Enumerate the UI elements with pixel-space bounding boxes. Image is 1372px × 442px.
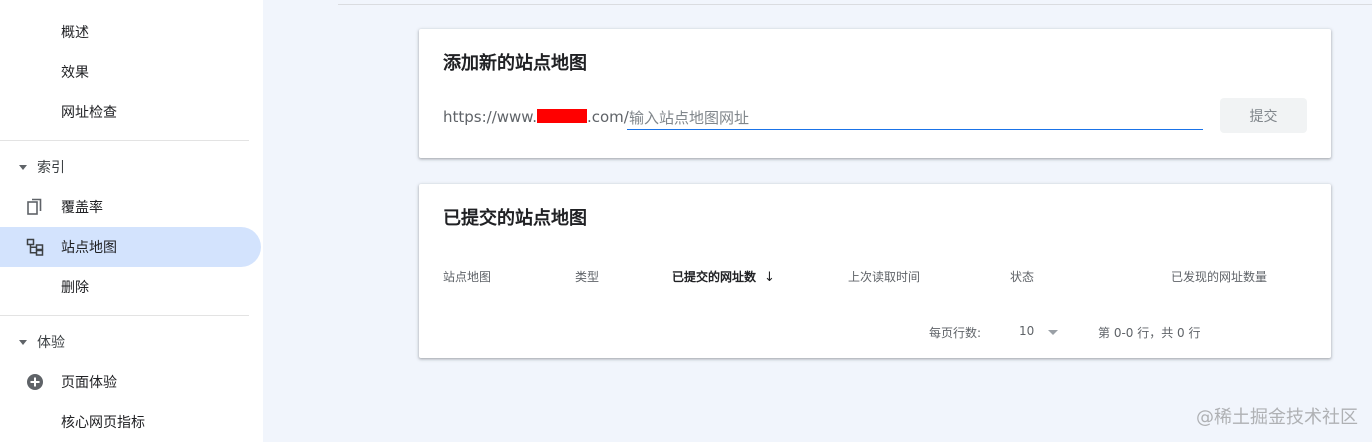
redaction-block (536, 109, 587, 123)
watermark: @稀土掘金技术社区 (1196, 407, 1358, 428)
sidebar-section-index[interactable]: 索引 (0, 152, 249, 182)
section-title: 体验 (37, 335, 65, 351)
submit-button[interactable]: 提交 (1220, 98, 1307, 133)
sidebar-item-label: 网址检查 (61, 105, 117, 121)
sidebar-item-label: 站点地图 (61, 240, 117, 256)
url-prefix-end: .com/ (586, 108, 629, 126)
copy-pages-icon (25, 197, 45, 217)
url-prefix-start: https://www. (443, 108, 537, 126)
sidebar-item-label: 删除 (61, 280, 89, 296)
card-title: 已提交的站点地图 (443, 208, 587, 229)
pagination-range: 第 0-0 行，共 0 行 (1098, 326, 1201, 340)
submitted-sitemaps-card: 已提交的站点地图 站点地图 类型 已提交的网址数 ↓ 上次读取时间 状态 已发现的… (419, 184, 1331, 358)
column-header-label: 已提交的网址数 (672, 270, 757, 284)
header-divider (338, 4, 1372, 5)
sidebar-item-label: 覆盖率 (61, 200, 103, 216)
sidebar-item-removals[interactable]: 删除 (0, 267, 261, 307)
card-title: 添加新的站点地图 (443, 53, 587, 74)
column-header-submitted-urls[interactable]: 已提交的网址数 ↓ (672, 268, 775, 285)
add-sitemap-card: 添加新的站点地图 https://www. .com/ 提交 (419, 29, 1331, 158)
sidebar: 概述 效果 网址检查 索引 覆盖率 站点地图 删除 体验 页面体验 核心网页指标 (0, 0, 263, 442)
arrow-down-icon: ↓ (764, 270, 775, 285)
section-title: 索引 (37, 160, 65, 176)
url-prefix: https://www. .com/ (443, 108, 629, 126)
sidebar-section-experience[interactable]: 体验 (0, 327, 249, 357)
sidebar-item-label: 效果 (61, 65, 89, 81)
caret-down-icon (19, 339, 27, 345)
sidebar-item-sitemaps[interactable]: 站点地图 (0, 227, 261, 267)
sidebar-item-page-experience[interactable]: 页面体验 (0, 362, 261, 402)
column-header-status[interactable]: 状态 (1010, 268, 1034, 285)
sidebar-divider (0, 315, 249, 316)
dropdown-caret-icon[interactable] (1048, 330, 1058, 335)
caret-down-icon (19, 164, 27, 170)
sidebar-item-label: 概述 (61, 25, 89, 41)
sitemap-url-input[interactable] (627, 106, 1203, 130)
rows-per-page-select[interactable]: 10 (1019, 324, 1034, 338)
plus-circle-icon (25, 372, 45, 392)
sidebar-divider (0, 140, 249, 141)
sidebar-item-core-web-vitals[interactable]: 核心网页指标 (0, 402, 261, 442)
sidebar-item-label: 核心网页指标 (61, 415, 145, 431)
sidebar-item-url-inspection[interactable]: 网址检查 (0, 92, 261, 132)
sidebar-item-label: 页面体验 (61, 375, 117, 391)
column-header-sitemap[interactable]: 站点地图 (443, 268, 491, 285)
sidebar-item-performance[interactable]: 效果 (0, 52, 261, 92)
rows-per-page-label: 每页行数: (929, 326, 982, 340)
sidebar-item-coverage[interactable]: 覆盖率 (0, 187, 261, 227)
sidebar-item-overview[interactable]: 概述 (0, 12, 261, 52)
sitemap-icon (25, 237, 45, 257)
column-header-type[interactable]: 类型 (575, 268, 599, 285)
column-header-last-read[interactable]: 上次读取时间 (848, 268, 920, 285)
column-header-discovered-urls[interactable]: 已发现的网址数量 (1171, 268, 1267, 285)
